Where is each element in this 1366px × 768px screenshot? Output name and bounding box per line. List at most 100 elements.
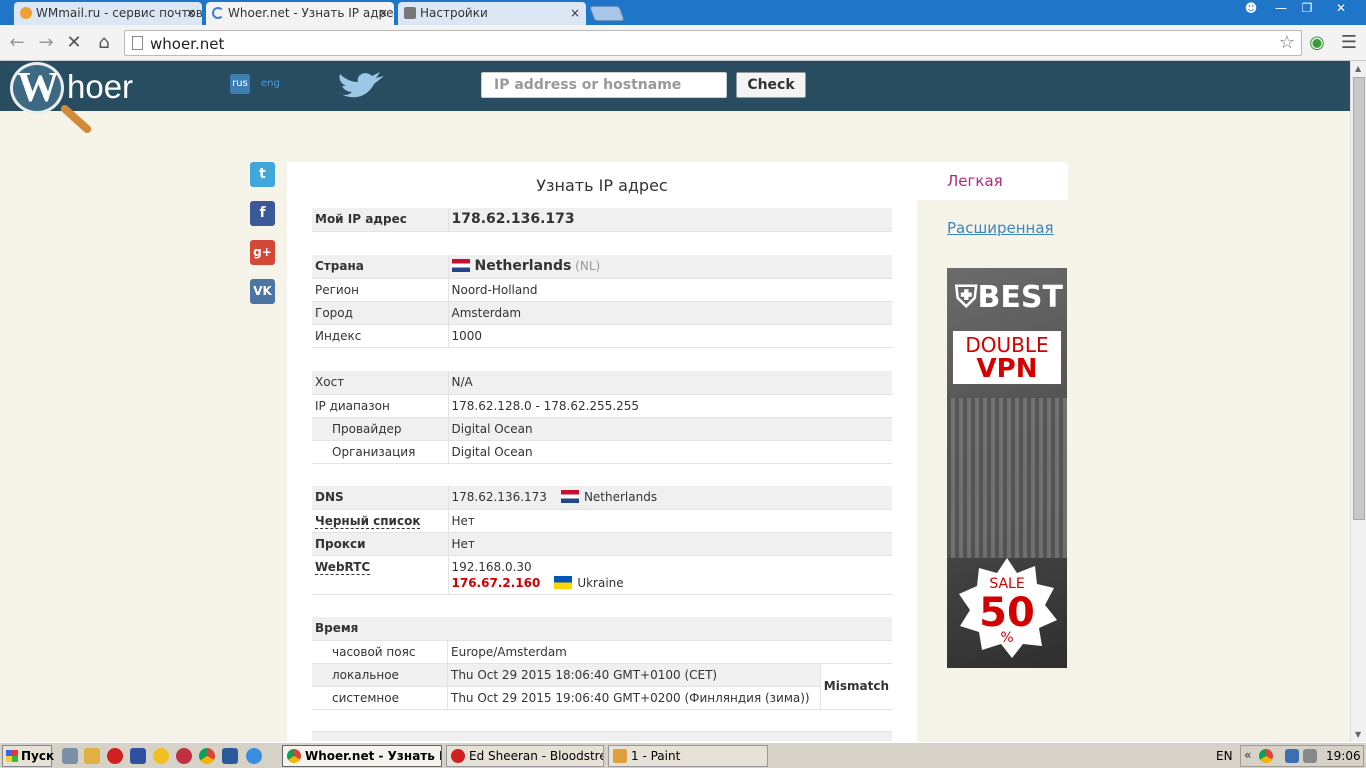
dns-country: Netherlands bbox=[583, 490, 658, 505]
stop-loading-icon[interactable]: ✕ bbox=[62, 31, 86, 55]
provider-label: Провайдер bbox=[312, 417, 449, 441]
blacklist-value: Нет bbox=[448, 509, 892, 533]
tab-close-icon[interactable]: × bbox=[378, 2, 388, 24]
tab-easy-label: Легкая bbox=[947, 172, 1003, 190]
city-label: Город bbox=[312, 301, 449, 325]
proxy-label: Прокси bbox=[312, 532, 449, 556]
twitter-share-icon[interactable]: t bbox=[250, 162, 275, 187]
avast-icon[interactable] bbox=[153, 748, 169, 764]
webrtc-local-ip: 192.168.0.30 bbox=[451, 559, 532, 574]
my-ip-value[interactable]: 178.62.136.173 bbox=[448, 208, 892, 232]
task-label: Ed Sheeran - Bloodstrea... bbox=[469, 749, 603, 763]
network-table: Хост N/A IP диапазон 178.62.128.0 - 178.… bbox=[312, 371, 892, 464]
netherlands-flag-icon bbox=[451, 259, 470, 273]
ad-percent-sign: % bbox=[1000, 630, 1014, 646]
desktop-icon[interactable] bbox=[222, 748, 238, 764]
zip-value: 1000 bbox=[448, 324, 892, 348]
menu-icon[interactable]: ☰ bbox=[1337, 31, 1361, 55]
tab-close-icon[interactable]: × bbox=[186, 2, 196, 24]
media-icon[interactable] bbox=[176, 748, 192, 764]
ad-title-box: DOUBLE VPN bbox=[953, 331, 1061, 384]
chrome-icon[interactable] bbox=[199, 748, 215, 764]
magnifier-handle-icon bbox=[59, 103, 93, 135]
bookmark-star-icon[interactable]: ☆ bbox=[1279, 32, 1295, 53]
url-text: whoer.net bbox=[150, 35, 225, 53]
opera-icon[interactable] bbox=[107, 748, 123, 764]
clock[interactable]: 19:06 bbox=[1326, 749, 1361, 763]
system-time-value: Thu Oct 29 2015 19:06:40 GMT+0200 (Финля… bbox=[447, 686, 821, 710]
page-icon bbox=[132, 36, 143, 50]
start-button[interactable]: Пуск bbox=[2, 745, 55, 767]
country-value: Netherlands bbox=[474, 258, 572, 275]
tab-wmmail[interactable]: WMmail.ru - сервис почтовь × bbox=[14, 2, 202, 25]
forward-arrow-icon[interactable]: → bbox=[34, 31, 58, 55]
network-icon[interactable] bbox=[62, 748, 78, 764]
lang-rus-button[interactable]: rus bbox=[230, 74, 250, 94]
host-label: Хост bbox=[312, 371, 449, 395]
page-scrollbar[interactable]: ▲ ▼ bbox=[1350, 61, 1366, 742]
time-table: Время часовой пояс Europe/Amsterdam лока… bbox=[312, 617, 892, 710]
lang-eng-link[interactable]: eng bbox=[261, 74, 280, 94]
task-label: Whoer.net - Узнать I... bbox=[305, 749, 442, 763]
tab-extended-link[interactable]: Расширенная bbox=[947, 219, 1054, 237]
check-button[interactable]: Check bbox=[736, 72, 806, 98]
table-row: Организация Digital Ocean bbox=[312, 440, 892, 464]
network-tray-icon[interactable] bbox=[1285, 749, 1299, 763]
table-row: Страна Netherlands (NL) bbox=[312, 255, 892, 279]
taskbar-item-opera[interactable]: Ed Sheeran - Bloodstrea... bbox=[446, 745, 604, 767]
app-quicklaunch-icon[interactable] bbox=[84, 748, 100, 764]
shield-icon: ⛨ bbox=[955, 280, 978, 315]
gear-icon bbox=[404, 7, 416, 19]
tab-easy[interactable]: Легкая bbox=[917, 162, 1068, 200]
facebook-share-icon[interactable]: f bbox=[250, 201, 275, 226]
opera-icon bbox=[451, 749, 465, 763]
vpn-ad-banner[interactable]: ⛨BEST DOUBLE VPN SALE 50 % bbox=[947, 268, 1067, 668]
globe-extension-icon[interactable]: ◉ bbox=[1305, 31, 1329, 55]
webrtc-label[interactable]: WebRTC bbox=[315, 559, 371, 575]
tab-close-icon[interactable]: × bbox=[570, 2, 580, 24]
tz-label: часовой пояс bbox=[312, 640, 448, 664]
tray-expand-icon[interactable]: « bbox=[1244, 748, 1251, 762]
start-label: Пуск bbox=[21, 749, 55, 763]
tz-value: Europe/Amsterdam bbox=[447, 640, 892, 664]
logo-text: hoer bbox=[67, 68, 134, 105]
whoer-logo[interactable]: W hoer bbox=[10, 62, 140, 138]
netherlands-flag-icon bbox=[560, 490, 579, 504]
range-value: 178.62.128.0 - 178.62.255.255 bbox=[448, 394, 892, 418]
table-row: Прокси Нет bbox=[312, 532, 892, 556]
address-bar[interactable]: whoer.net ☆ bbox=[124, 30, 1302, 56]
scrollbar-thumb[interactable] bbox=[1353, 77, 1365, 520]
table-row: Город Amsterdam bbox=[312, 301, 892, 325]
volume-icon[interactable] bbox=[1303, 749, 1317, 763]
table-row: IP диапазон 178.62.128.0 - 178.62.255.25… bbox=[312, 394, 892, 418]
taskbar-item-whoer[interactable]: Whoer.net - Узнать I... bbox=[282, 745, 442, 767]
country-label: Страна bbox=[312, 255, 449, 279]
blacklist-label[interactable]: Черный список bbox=[315, 513, 421, 529]
user-profile-icon[interactable]: ☻ bbox=[1238, 0, 1264, 18]
minimize-icon[interactable]: — bbox=[1268, 0, 1294, 18]
vk-share-icon[interactable]: VK bbox=[250, 279, 275, 304]
mismatch-badge: Mismatch bbox=[820, 663, 892, 710]
tab-settings[interactable]: Настройки × bbox=[398, 2, 586, 25]
scroll-down-icon[interactable]: ▼ bbox=[1355, 730, 1361, 739]
scroll-up-icon[interactable]: ▲ bbox=[1355, 64, 1361, 73]
back-arrow-icon[interactable]: ← bbox=[5, 31, 29, 55]
table-row: DNS 178.62.136.173 Netherlands bbox=[312, 486, 892, 510]
ie-icon[interactable] bbox=[246, 748, 262, 764]
chrome-tray-icon[interactable] bbox=[1259, 749, 1273, 763]
twitter-bird-icon[interactable] bbox=[336, 70, 386, 102]
floppy-icon[interactable] bbox=[130, 748, 146, 764]
tab-whoer[interactable]: Whoer.net - Узнать IP адре × bbox=[206, 2, 394, 25]
language-indicator[interactable]: EN bbox=[1216, 749, 1233, 763]
table-row: Хост N/A bbox=[312, 371, 892, 395]
security-table: DNS 178.62.136.173 Netherlands Черный спи… bbox=[312, 486, 892, 595]
ip-search-input[interactable]: IP address or hostname bbox=[481, 72, 727, 98]
google-plus-share-icon[interactable]: g+ bbox=[250, 240, 275, 265]
window-close-icon[interactable]: ✕ bbox=[1326, 0, 1356, 18]
logo-letter: W bbox=[17, 65, 59, 111]
taskbar-item-paint[interactable]: 1 - Paint bbox=[608, 745, 768, 767]
home-icon[interactable]: ⌂ bbox=[92, 31, 116, 55]
restore-icon[interactable]: ❐ bbox=[1294, 0, 1320, 18]
zip-label: Индекс bbox=[312, 324, 449, 348]
new-tab-button[interactable] bbox=[589, 6, 625, 21]
